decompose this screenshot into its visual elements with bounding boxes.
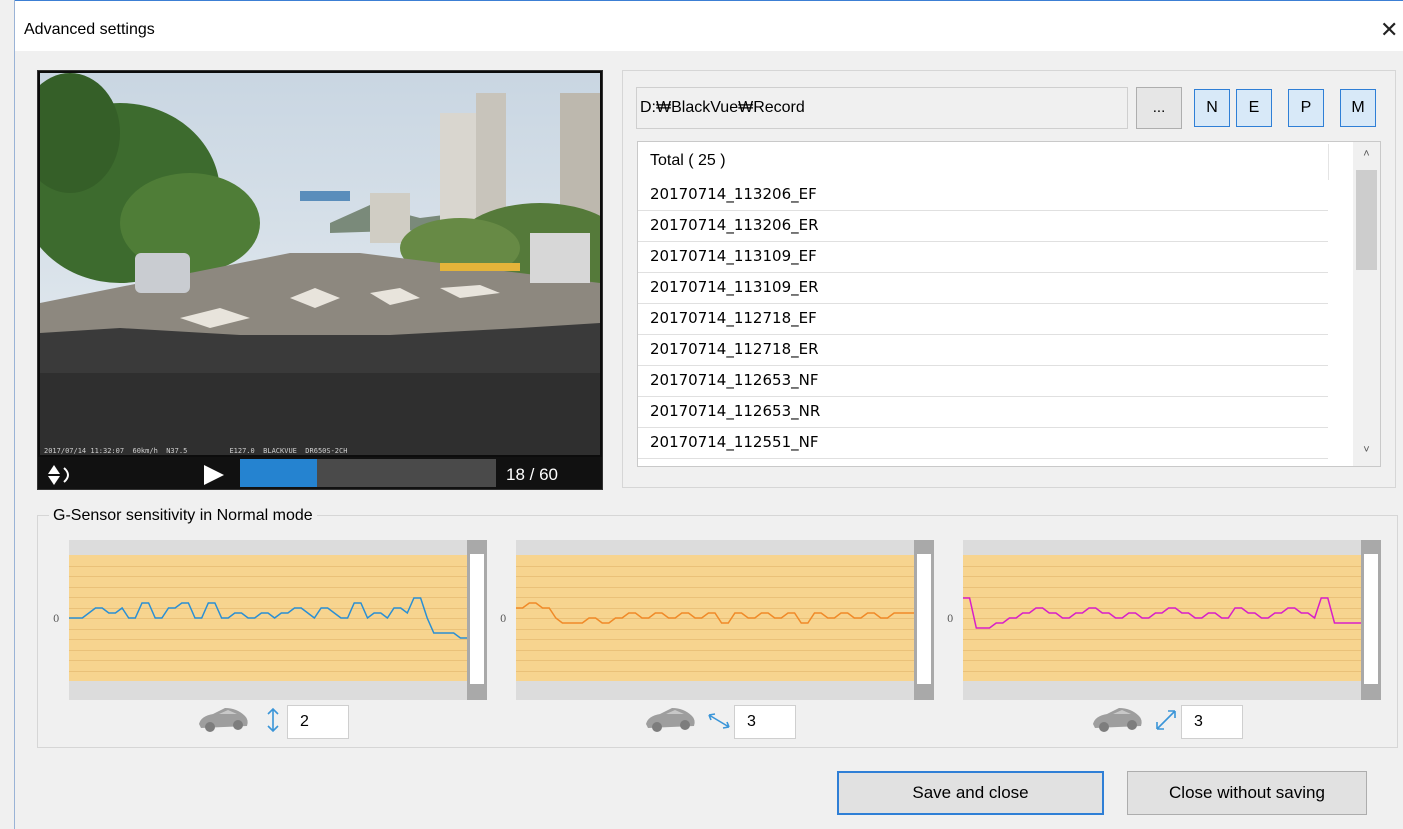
scroll-up-icon[interactable]: ˄ [1353,148,1380,166]
frame-counter: 18 / 60 [506,465,558,484]
trace-line [963,597,1361,629]
record-path-field[interactable]: D:₩BlackVue₩Record [636,87,1128,129]
scroll-down-icon[interactable]: ˅ [1353,444,1380,462]
file-list-item[interactable]: 20170714_112551_NF [638,427,1328,459]
graph-scroll-thumb[interactable] [1364,554,1378,684]
seek-progress [240,459,317,487]
sensitivity-value-vertical[interactable]: 2 [287,705,349,739]
gsensor-graph-front-back [516,540,934,700]
play-icon[interactable] [198,462,228,488]
gsensor-graph-vertical [69,540,487,700]
gsensor-trace [516,602,914,624]
scroll-thumb[interactable] [1356,170,1377,270]
graph-scrollbar[interactable] [914,540,934,700]
video-preview: 2017/07/14 11:32:07 60km/h N37.5 E127.0 … [37,70,603,490]
save-and-close-button[interactable]: Save and close [837,771,1104,815]
file-list-item[interactable]: 20170714_113109_EF [638,241,1328,273]
trace-line [69,597,467,639]
zero-axis-label: 0 [500,614,507,625]
graph-scrollbar[interactable] [1361,540,1381,700]
window-left-border [14,0,15,829]
file-list-item[interactable]: 20170714_112718_ER [638,334,1328,366]
close-without-saving-button[interactable]: Close without saving [1127,771,1367,815]
video-osd-text: 2017/07/14 11:32:07 60km/h N37.5 E127.0 … [44,447,348,455]
gsensor-graph-left-right [963,540,1381,700]
file-list-item[interactable]: 20170714_112718_EF [638,303,1328,335]
file-list-item[interactable]: 20170714_113109_ER [638,272,1328,304]
close-icon[interactable]: ✕ [1380,19,1398,41]
file-list: Total ( 25 ) 20170714_113206_EF 20170714_… [637,141,1381,467]
graph-scroll-thumb[interactable] [917,554,931,684]
rotate-icon[interactable] [46,462,76,488]
gsensor-trace [69,597,467,639]
header-divider [1328,144,1329,180]
graph-scrollbar[interactable] [467,540,487,700]
dashcam-frame-image [40,73,600,455]
sensitivity-value-front-back[interactable]: 3 [734,705,796,739]
front-back-arrow-icon [708,713,730,729]
filter-tab-p[interactable]: P [1288,89,1324,127]
vertical-arrow-icon [267,707,279,733]
car-icon [199,708,248,732]
graph-scroll-thumb[interactable] [470,554,484,684]
trace-line [516,602,914,624]
left-right-arrow-icon [1156,710,1176,730]
sensitivity-value-left-right[interactable]: 3 [1181,705,1243,739]
car-icon [646,708,695,732]
gsensor-group-label: G-Sensor sensitivity in Normal mode [49,507,317,525]
filter-tab-m[interactable]: M [1340,89,1376,127]
list-scrollbar[interactable]: ˄ ˅ [1353,142,1380,466]
video-controls: 18 / 60 [38,457,602,489]
filter-tab-n[interactable]: N [1194,89,1230,127]
file-list-item[interactable]: 20170714_113206_ER [638,210,1328,242]
zero-axis-label: 0 [947,614,954,625]
file-total-header: Total ( 25 ) [650,152,726,169]
zero-axis-label: 0 [53,614,60,625]
car-icon [1093,708,1142,732]
title-bar [15,1,1403,51]
gsensor-trace [963,597,1361,629]
file-list-item[interactable]: 20170714_113206_EF [638,179,1328,211]
file-list-item[interactable]: 20170714_112653_NR [638,396,1328,428]
seek-bar[interactable] [240,459,496,487]
filter-tab-e[interactable]: E [1236,89,1272,127]
file-list-item[interactable]: 20170714_112653_NF [638,365,1328,397]
browse-button[interactable]: ... [1136,87,1182,129]
window-title: Advanced settings [24,21,155,38]
